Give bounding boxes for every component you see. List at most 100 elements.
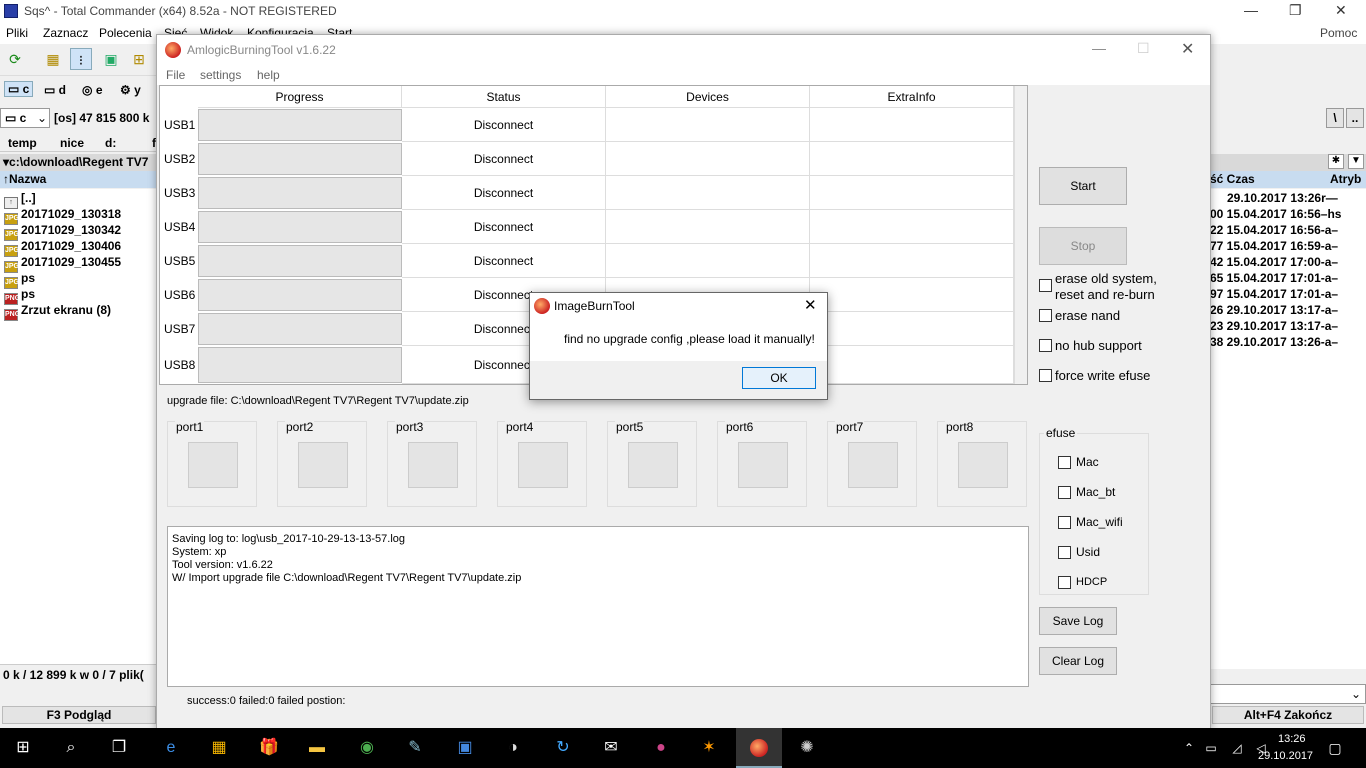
menu-help[interactable]: help — [257, 68, 280, 82]
star-icon[interactable]: ✱ — [1328, 154, 1344, 169]
erase-nand-checkbox[interactable] — [1039, 309, 1052, 322]
thumbnail-view-icon[interactable]: ▣ — [100, 48, 122, 70]
mail-icon[interactable]: ✉ — [600, 738, 622, 758]
erase-old-system-checkbox[interactable] — [1039, 279, 1052, 292]
tab-d[interactable]: d: — [105, 136, 116, 150]
stop-button[interactable]: Stop — [1039, 227, 1127, 265]
png-file-icon: PNG — [4, 309, 20, 321]
close-icon[interactable]: ✕ — [1335, 2, 1347, 19]
usb-label: USB4 — [164, 220, 196, 234]
table-row[interactable]: 97 15.04.2017 17:01-a– — [1210, 287, 1338, 301]
brief-view-icon[interactable]: ▦ — [42, 48, 64, 70]
clear-log-button[interactable]: Clear Log — [1039, 647, 1117, 675]
save-disk-icon[interactable]: ▣ — [454, 738, 476, 758]
clock-date[interactable]: 29.10.2017 — [1258, 750, 1313, 762]
drive-y-button[interactable]: ⚙ y — [120, 83, 141, 97]
table-row[interactable]: 26 29.10.2017 13:17-a– — [1210, 303, 1338, 317]
file-explorer-icon[interactable]: ▬ — [306, 738, 328, 758]
table-row[interactable]: 22 15.04.2017 16:56-a– — [1210, 223, 1338, 237]
store-icon[interactable]: ▦ — [208, 738, 230, 758]
status-cell: Disconnect — [402, 176, 606, 210]
alt-f4-exit-button[interactable]: Alt+F4 Zakończ — [1212, 706, 1364, 724]
xnview-icon[interactable]: ✶ — [698, 738, 720, 758]
drive-e-button[interactable]: ◎ e — [82, 83, 103, 97]
chevron-down-icon[interactable]: ⌄ — [1351, 687, 1361, 701]
gift-icon[interactable]: 🎁 — [258, 738, 280, 758]
no-hub-support-checkbox[interactable] — [1039, 339, 1052, 352]
table-row[interactable]: 00 15.04.2017 16:56–hs — [1210, 207, 1341, 221]
minimize-icon[interactable]: — — [1244, 2, 1258, 18]
chevron-up-icon[interactable]: ⌃ — [1178, 738, 1200, 758]
table-row[interactable]: 42 15.04.2017 17:00-a– — [1210, 255, 1338, 269]
f3-view-button[interactable]: F3 Podgląd — [2, 706, 156, 724]
close-icon[interactable]: ✕ — [1181, 39, 1194, 59]
chevron-down-icon[interactable]: ▼ — [1348, 154, 1364, 169]
force-write-efuse-checkbox[interactable] — [1039, 369, 1052, 382]
hdcp-checkbox[interactable] — [1058, 576, 1071, 589]
extrainfo-cell — [810, 312, 1014, 346]
menu-file[interactable]: File — [166, 68, 185, 82]
right-path-bar[interactable]: ✱ ▼ — [1210, 154, 1366, 171]
mac-bt-checkbox[interactable] — [1058, 486, 1071, 499]
menu-polecenia[interactable]: Polecenia — [99, 26, 152, 40]
maximize-icon[interactable]: ❐ — [1289, 2, 1302, 19]
tree-icon[interactable]: ⊞ — [128, 48, 150, 70]
refresh-icon[interactable]: ⟳ — [4, 48, 26, 70]
column-header-czas[interactable]: ść Czas — [1210, 172, 1255, 186]
amlogic-taskbar-button[interactable] — [736, 728, 782, 768]
menu-pliki[interactable]: Pliki — [6, 26, 28, 40]
tool-icon[interactable]: ✎ — [404, 738, 426, 758]
notification-icon[interactable]: ▢ — [1324, 738, 1346, 758]
progress-bar — [198, 313, 402, 345]
drive-select[interactable]: ▭ c ⌄ — [0, 108, 50, 128]
cat-app-icon[interactable]: ✺ — [796, 738, 818, 758]
table-row[interactable]: 65 15.04.2017 17:01-a– — [1210, 271, 1338, 285]
column-header-atryb[interactable]: Atryb — [1330, 172, 1361, 186]
mac-checkbox[interactable] — [1058, 456, 1071, 469]
start-button[interactable]: Start — [1039, 167, 1127, 205]
windows-start-icon[interactable]: ⊞ — [12, 738, 34, 758]
tc-tabs: temp nice d: f — [0, 134, 158, 152]
network-icon[interactable]: ◿ — [1226, 738, 1248, 758]
menu-zaznacz[interactable]: Zaznacz — [43, 26, 88, 40]
drive-c-button[interactable]: ▭ c — [4, 81, 34, 97]
column-header-name[interactable]: ↑Nazwa — [0, 171, 158, 188]
save-log-button[interactable]: Save Log — [1039, 607, 1117, 635]
ok-button[interactable]: OK — [742, 367, 816, 389]
usid-checkbox[interactable] — [1058, 546, 1071, 559]
table-row[interactable]: 29.10.2017 13:26r— — [1227, 191, 1338, 205]
task-view-icon[interactable]: ❐ — [108, 738, 130, 758]
mac-wifi-checkbox[interactable] — [1058, 516, 1071, 529]
status-footer: success:0 failed:0 failed postion: — [187, 695, 346, 707]
path-bar[interactable]: ▾c:\download\Regent TV7 — [0, 154, 158, 171]
search-icon[interactable]: ⌕ — [60, 738, 82, 758]
tree-view-icon[interactable]: ⁝ — [70, 48, 92, 70]
root-dir-button[interactable]: \ — [1326, 108, 1344, 128]
close-icon[interactable]: ✕ — [804, 296, 817, 314]
tab-temp[interactable]: temp — [8, 136, 37, 150]
menu-pomoc[interactable]: Pomoc — [1320, 26, 1357, 40]
column-header-status: Status — [402, 86, 606, 108]
app-icon[interactable]: ◑ — [502, 738, 524, 758]
command-line[interactable]: ⌄ — [1210, 684, 1366, 704]
maximize-icon[interactable]: ☐ — [1137, 40, 1150, 57]
battery-icon[interactable]: ▭ — [1200, 738, 1222, 758]
parent-dir-button[interactable]: .. — [1346, 108, 1364, 128]
minimize-icon[interactable]: — — [1092, 40, 1106, 56]
table-row[interactable]: 77 15.04.2017 16:59-a– — [1210, 239, 1338, 253]
drive-d-button[interactable]: ▭ d — [44, 83, 66, 97]
table-scrollbar[interactable] — [1014, 86, 1027, 384]
table-row[interactable]: 38 29.10.2017 13:26-a– — [1210, 335, 1338, 349]
mac-wifi-label: Mac_wifi — [1076, 515, 1123, 529]
tab-nice[interactable]: nice — [60, 136, 84, 150]
table-row[interactable]: 23 29.10.2017 13:17-a– — [1210, 319, 1338, 333]
log-textarea[interactable]: Saving log to: log\usb_2017-10-29-13-13-… — [167, 526, 1029, 687]
edge-icon[interactable]: e — [160, 738, 182, 758]
refresh-app-icon[interactable]: ↻ — [552, 738, 574, 758]
erase-nand-label: erase nand — [1055, 308, 1121, 323]
menu-settings[interactable]: settings — [200, 68, 241, 82]
clock-time[interactable]: 13:26 — [1278, 733, 1306, 745]
gog-icon[interactable]: ● — [650, 738, 672, 758]
chrome-icon[interactable]: ◉ — [356, 738, 378, 758]
list-item[interactable]: PNGZrzut ekranu (8) — [4, 303, 111, 321]
